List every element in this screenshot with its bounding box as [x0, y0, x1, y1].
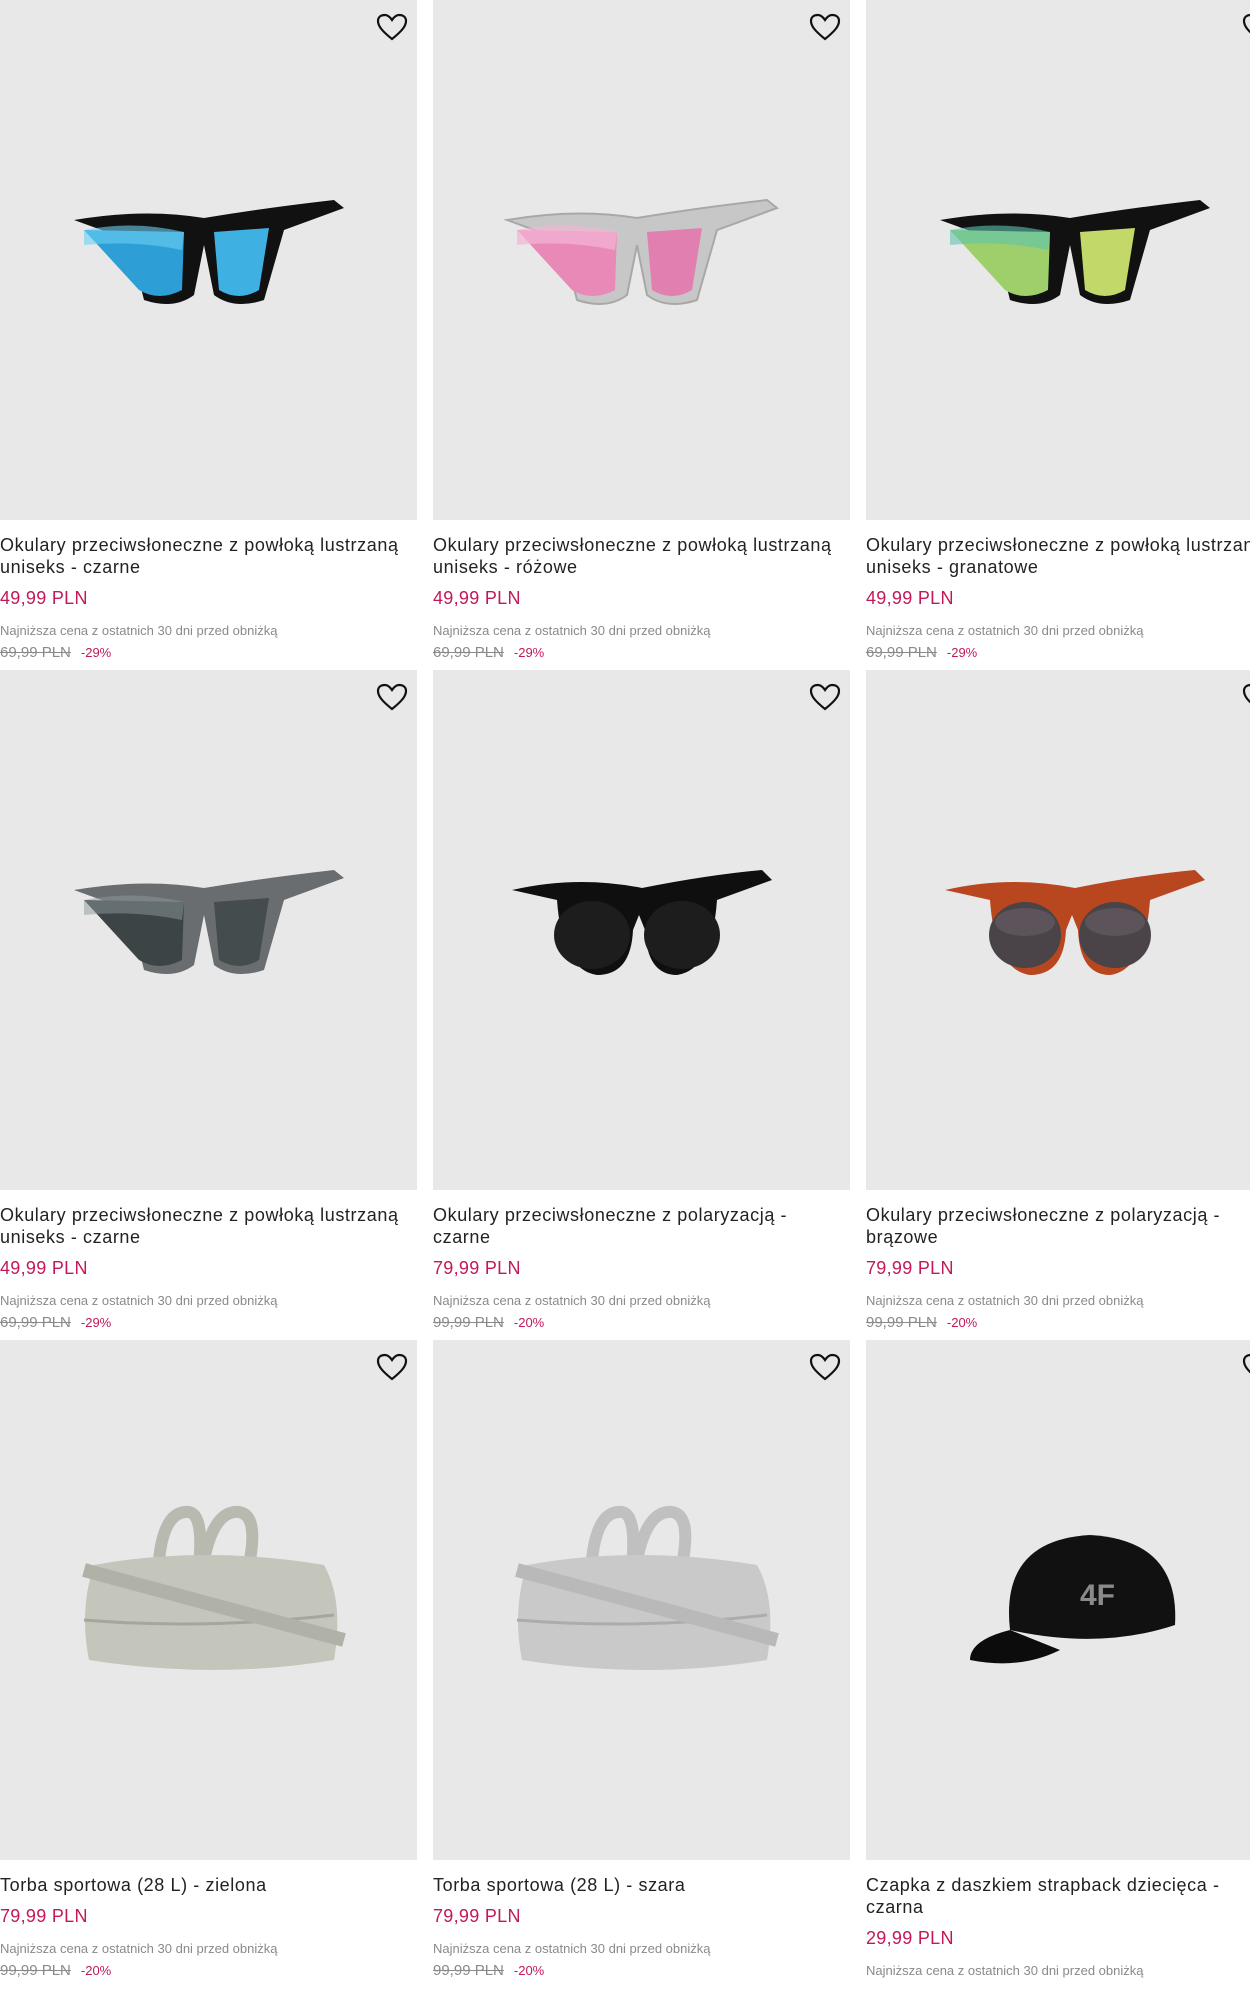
product-card[interactable]: Torba sportowa (28 L) - szara 79,99 PLN … [433, 1340, 850, 2014]
product-price: 49,99 PLN [0, 588, 88, 608]
product-image[interactable] [0, 0, 417, 520]
discount-badge: -29% [80, 1315, 112, 1330]
product-title[interactable]: Okulary przeciwsłoneczne z powłoką lustr… [0, 534, 417, 578]
lowest-price-note: Najniższa cena z ostatnich 30 dni przed … [0, 1293, 278, 1308]
product-title[interactable]: Okulary przeciwsłoneczne z powłoką lustr… [0, 1204, 417, 1248]
old-price: 69,99 PLN [0, 1314, 71, 1331]
lowest-price-note: Najniższa cena z ostatnich 30 dni przed … [866, 1293, 1144, 1308]
bag-green-image [81, 1506, 346, 1670]
product-image[interactable] [433, 670, 850, 1190]
wishlist-heart-icon[interactable] [1241, 1350, 1250, 1384]
sunglasses-black-blue-lens-image [73, 200, 344, 304]
sunglasses-black-green-lens-image [939, 200, 1210, 304]
cap-black-4f-image: 4F [969, 1535, 1175, 1664]
product-image[interactable] [866, 0, 1250, 520]
product-card[interactable]: Torba sportowa (28 L) - zielona 79,99 PL… [0, 1340, 417, 2014]
discount-badge: -20% [513, 1315, 545, 1330]
wishlist-heart-icon[interactable] [808, 680, 842, 714]
product-price: 29,99 PLN [866, 1928, 954, 1948]
wishlist-heart-icon[interactable] [1241, 680, 1250, 714]
product-title[interactable]: Okulary przeciwsłoneczne z polaryzacją -… [433, 1204, 850, 1248]
product-image[interactable] [0, 1340, 417, 1860]
product-image[interactable] [866, 670, 1250, 1190]
lowest-price-note: Najniższa cena z ostatnich 30 dni przed … [866, 623, 1144, 638]
old-price: 69,99 PLN [433, 644, 504, 661]
svg-text:4F: 4F [1080, 1579, 1115, 1612]
product-card[interactable]: Okulary przeciwsłoneczne z powłoką lustr… [0, 670, 417, 1340]
product-card[interactable]: Okulary przeciwsłoneczne z powłoką lustr… [0, 0, 417, 670]
bag-grey-image [514, 1506, 779, 1670]
product-price: 49,99 PLN [433, 588, 521, 608]
sunglasses-round-brown-image [944, 870, 1205, 975]
discount-badge: -29% [80, 645, 112, 660]
product-price: 79,99 PLN [433, 1906, 521, 1926]
product-image[interactable]: 4F [866, 1340, 1250, 1860]
discount-badge: -20% [80, 1963, 112, 1978]
product-title[interactable]: Okulary przeciwsłoneczne z powłoką lustr… [433, 534, 850, 578]
product-price: 49,99 PLN [866, 588, 954, 608]
product-card[interactable]: 4F Czapka z daszkiem strapback dziecięca… [866, 1340, 1250, 2014]
product-price: 49,99 PLN [0, 1258, 88, 1278]
discount-badge: -29% [946, 645, 978, 660]
product-title[interactable]: Torba sportowa (28 L) - szara [433, 1874, 850, 1896]
old-price: 69,99 PLN [866, 644, 937, 661]
wishlist-heart-icon[interactable] [1241, 10, 1250, 44]
product-card[interactable]: Okulary przeciwsłoneczne z powłoką lustr… [433, 0, 850, 670]
lowest-price-note: Najniższa cena z ostatnich 30 dni przed … [0, 1941, 278, 1956]
product-image[interactable] [433, 0, 850, 520]
product-image[interactable] [433, 1340, 850, 1860]
wishlist-heart-icon[interactable] [375, 680, 409, 714]
lowest-price-note: Najniższa cena z ostatnich 30 dni przed … [0, 623, 278, 638]
product-title[interactable]: Torba sportowa (28 L) - zielona [0, 1874, 417, 1896]
discount-badge: -20% [513, 1963, 545, 1978]
lowest-price-note: Najniższa cena z ostatnich 30 dni przed … [866, 1963, 1144, 1978]
wishlist-heart-icon[interactable] [808, 10, 842, 44]
old-price: 99,99 PLN [433, 1314, 504, 1331]
product-price: 79,99 PLN [433, 1258, 521, 1278]
product-grid: Okulary przeciwsłoneczne z powłoką lustr… [0, 0, 1250, 2014]
lowest-price-note: Najniższa cena z ostatnich 30 dni przed … [433, 1293, 711, 1308]
sunglasses-grey-image [73, 870, 344, 974]
product-card[interactable]: Okulary przeciwsłoneczne z powłoką lustr… [866, 0, 1250, 670]
discount-badge: -20% [946, 1315, 978, 1330]
old-price: 69,99 PLN [0, 644, 71, 661]
discount-badge: -29% [513, 645, 545, 660]
product-image[interactable] [0, 670, 417, 1190]
wishlist-heart-icon[interactable] [375, 1350, 409, 1384]
old-price: 99,99 PLN [866, 1314, 937, 1331]
wishlist-heart-icon[interactable] [375, 10, 409, 44]
lowest-price-note: Najniższa cena z ostatnich 30 dni przed … [433, 623, 711, 638]
lowest-price-note: Najniższa cena z ostatnich 30 dni przed … [433, 1941, 711, 1956]
product-card[interactable]: Okulary przeciwsłoneczne z polaryzacją -… [433, 670, 850, 1340]
sunglasses-clear-pink-lens-image [502, 198, 779, 305]
wishlist-heart-icon[interactable] [808, 1350, 842, 1384]
product-title[interactable]: Czapka z daszkiem strapback dziecięca - … [866, 1874, 1250, 1918]
product-title[interactable]: Okulary przeciwsłoneczne z powłoką lustr… [866, 534, 1250, 578]
product-price: 79,99 PLN [0, 1906, 88, 1926]
old-price: 99,99 PLN [433, 1962, 504, 1979]
old-price: 99,99 PLN [0, 1962, 71, 1979]
product-title[interactable]: Okulary przeciwsłoneczne z polaryzacją -… [866, 1204, 1250, 1248]
product-price: 79,99 PLN [866, 1258, 954, 1278]
product-card[interactable]: Okulary przeciwsłoneczne z polaryzacją -… [866, 670, 1250, 1340]
sunglasses-round-black-image [511, 870, 772, 975]
